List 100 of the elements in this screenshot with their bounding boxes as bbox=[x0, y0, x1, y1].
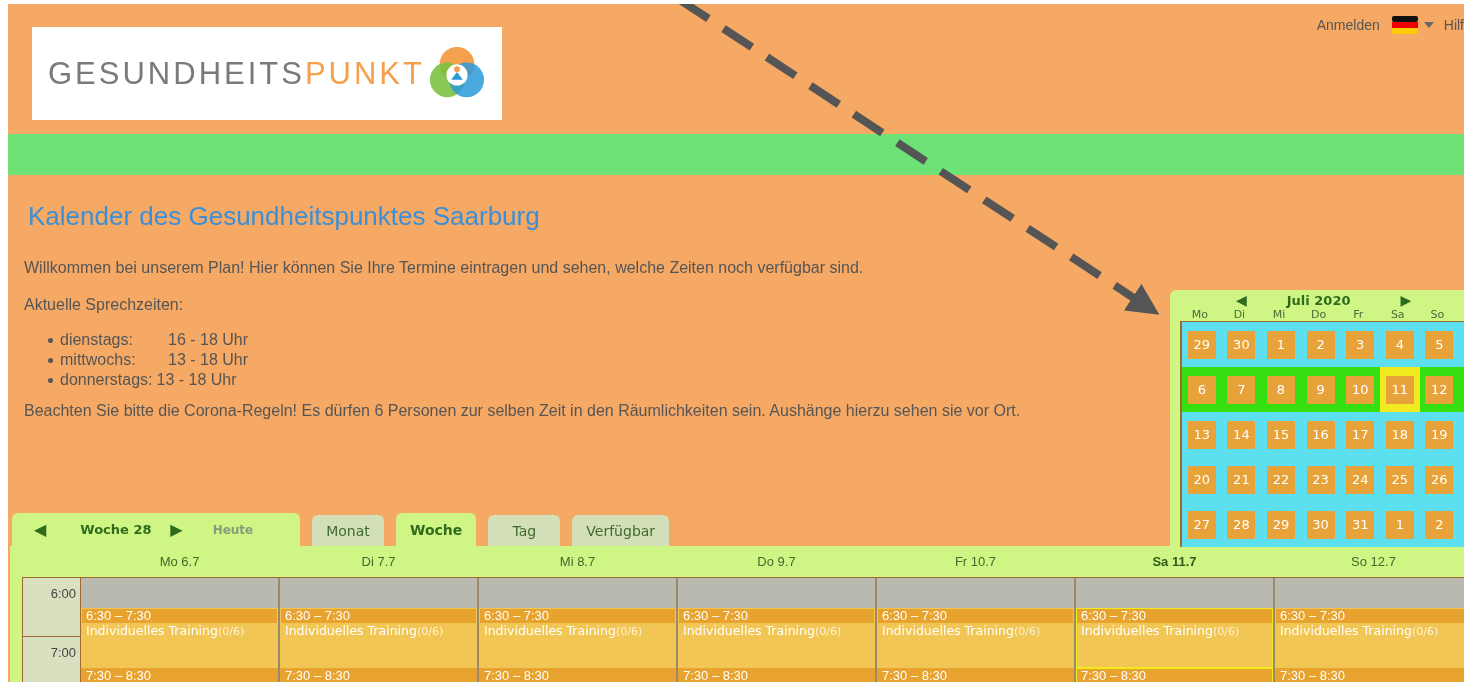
previous-month-button[interactable]: ◀ bbox=[1236, 292, 1247, 308]
event-block[interactable]: 6:30 – 7:30 Individuelles Training(0/6) bbox=[280, 608, 477, 668]
day-button[interactable]: 16 bbox=[1306, 420, 1335, 449]
event-time: 6:30 – 7:30 bbox=[878, 609, 1073, 623]
day-button[interactable]: 1 bbox=[1385, 510, 1414, 539]
day-button[interactable]: 5 bbox=[1425, 330, 1454, 359]
event-block[interactable]: 7:30 – 8:30 bbox=[280, 668, 477, 682]
event-count: (0/6) bbox=[1411, 625, 1439, 638]
day-button[interactable]: 20 bbox=[1187, 465, 1216, 494]
day-button[interactable]: 2 bbox=[1425, 510, 1454, 539]
previous-week-button[interactable]: ◀ bbox=[34, 520, 47, 539]
day-button[interactable]: 26 bbox=[1425, 465, 1454, 494]
day-button[interactable]: 30 bbox=[1227, 330, 1256, 359]
page-title: Kalender des Gesundheitspunktes Saarburg bbox=[28, 201, 541, 232]
day-header: Sa 11.7 bbox=[1151, 554, 1198, 569]
event-block[interactable]: 7:30 – 8:30 bbox=[479, 668, 676, 682]
day-header: Mi 8.7 bbox=[558, 554, 597, 569]
event-block[interactable]: 7:30 – 8:30 bbox=[81, 668, 278, 682]
event-title: Individuelles Training bbox=[1279, 624, 1412, 638]
event-title: Individuelles Training bbox=[85, 624, 218, 638]
hours-time: 16 - 18 Uhr bbox=[168, 330, 249, 350]
event-title: Individuelles Training bbox=[881, 624, 1014, 638]
flag-icon[interactable] bbox=[1391, 16, 1418, 34]
today-button[interactable]: Heute bbox=[212, 522, 254, 537]
next-week-button[interactable]: ▶ bbox=[170, 520, 183, 539]
day-button[interactable]: 13 bbox=[1187, 420, 1216, 449]
day-button[interactable]: 14 bbox=[1227, 420, 1256, 449]
day-button[interactable]: 30 bbox=[1306, 510, 1335, 539]
view-tab[interactable]: Verfügbar bbox=[572, 515, 670, 546]
weekday-label: Mi bbox=[1271, 308, 1287, 321]
day-button[interactable]: 22 bbox=[1267, 465, 1295, 494]
view-tab[interactable]: Monat bbox=[312, 515, 384, 546]
day-header: Di 7.7 bbox=[360, 554, 397, 569]
bullet bbox=[48, 337, 53, 343]
day-button[interactable]: 15 bbox=[1267, 420, 1295, 449]
event-block[interactable]: 6:30 – 7:30 Individuelles Training(0/6) bbox=[1275, 608, 1464, 668]
logo-wordmark: GESUNDHEITSPUNKT bbox=[48, 54, 425, 93]
day-button[interactable]: 1 bbox=[1267, 330, 1295, 359]
event-block[interactable]: 7:30 – 8:30 bbox=[678, 668, 875, 682]
day-button[interactable]: 2 bbox=[1306, 330, 1335, 359]
day-button[interactable]: 4 bbox=[1385, 330, 1414, 359]
event-time: 6:30 – 7:30 bbox=[82, 609, 277, 623]
intro-text: Willkommen bei unserem Plan! Hier können Sie Ihre Termine eintragen und sehen, welche Zeiten noch verfügbar sind. bbox=[24, 259, 865, 277]
login-link[interactable]: Anmelden bbox=[1316, 17, 1380, 33]
event-title: Individuelles Training bbox=[284, 624, 417, 638]
day-button[interactable]: 17 bbox=[1346, 420, 1375, 449]
event-block[interactable]: 6:30 – 7:30 Individuelles Training(0/6) bbox=[877, 608, 1074, 668]
event-title: Individuelles Training bbox=[483, 624, 616, 638]
event-block[interactable]: 6:30 – 7:30 Individuelles Training(0/6) bbox=[1076, 608, 1273, 668]
day-button[interactable]: 27 bbox=[1187, 510, 1216, 539]
hours-day: mittwochs: bbox=[60, 350, 168, 370]
event-count: (0/6) bbox=[1212, 625, 1240, 638]
event-time: 6:30 – 7:30 bbox=[480, 609, 675, 623]
day-button[interactable]: 18 bbox=[1385, 420, 1414, 449]
view-tab[interactable]: Tag bbox=[488, 515, 561, 546]
day-button[interactable]: 19 bbox=[1425, 420, 1454, 449]
caret-icon[interactable] bbox=[1423, 22, 1434, 28]
event-count: (0/6) bbox=[814, 625, 842, 638]
time-slot: 7:00 bbox=[23, 637, 80, 682]
day-button[interactable]: 24 bbox=[1346, 465, 1375, 494]
event-block[interactable]: 6:30 – 7:30 Individuelles Training(0/6) bbox=[479, 608, 676, 668]
day-button[interactable]: 11 bbox=[1385, 375, 1414, 404]
day-button[interactable]: 9 bbox=[1306, 375, 1335, 404]
day-button[interactable]: 28 bbox=[1227, 510, 1256, 539]
day-header: So 12.7 bbox=[1350, 554, 1397, 569]
day-button[interactable]: 3 bbox=[1346, 330, 1375, 359]
month-label: Juli 2020 bbox=[1286, 292, 1351, 308]
day-button[interactable]: 29 bbox=[1267, 510, 1295, 539]
day-button[interactable]: 21 bbox=[1227, 465, 1256, 494]
day-button[interactable]: 8 bbox=[1267, 375, 1295, 404]
hours-day: dienstags: bbox=[60, 330, 168, 350]
day-button[interactable]: 7 bbox=[1227, 375, 1256, 404]
weekday-label: Mo bbox=[1190, 308, 1209, 321]
event-time: 6:30 – 7:30 bbox=[1077, 609, 1272, 623]
event-block[interactable]: 7:30 – 8:30 bbox=[1076, 668, 1273, 682]
event-block[interactable]: 6:30 – 7:30 Individuelles Training(0/6) bbox=[81, 608, 278, 668]
day-header: Fr 10.7 bbox=[953, 554, 998, 569]
event-block[interactable]: 7:30 – 8:30 bbox=[877, 668, 1074, 682]
day-button[interactable]: 10 bbox=[1346, 375, 1375, 404]
day-button[interactable]: 12 bbox=[1425, 375, 1454, 404]
day-header: Mo 6.7 bbox=[158, 554, 201, 569]
event-title: Individuelles Training bbox=[1080, 624, 1213, 638]
day-header: Do 9.7 bbox=[756, 554, 797, 569]
notice-text: Beachten Sie bitte die Corona-Regeln! Es dürfen 6 Personen zur selben Zeit in den Räumlichkeiten sein. Aushänge hierzu sehen sie vor Ort. bbox=[24, 402, 1022, 420]
bullet bbox=[48, 357, 53, 363]
day-button[interactable]: 25 bbox=[1385, 465, 1414, 494]
help-link[interactable]: Hilf bbox=[1443, 17, 1464, 33]
day-button[interactable]: 31 bbox=[1346, 510, 1375, 539]
day-button[interactable]: 29 bbox=[1187, 330, 1216, 359]
event-block[interactable]: 6:30 – 7:30 Individuelles Training(0/6) bbox=[678, 608, 875, 668]
week-label: Woche 28 bbox=[80, 522, 153, 537]
hours-time: 13 - 18 Uhr bbox=[156, 370, 237, 390]
next-month-button[interactable]: ▶ bbox=[1400, 292, 1412, 308]
event-count: (0/6) bbox=[416, 625, 444, 638]
event-block[interactable]: 7:30 – 8:30 bbox=[1275, 668, 1464, 682]
view-tab[interactable]: Woche bbox=[396, 513, 477, 546]
day-button[interactable]: 6 bbox=[1187, 375, 1216, 404]
day-button[interactable]: 23 bbox=[1306, 465, 1335, 494]
event-count: (0/6) bbox=[615, 625, 643, 638]
weekday-label: Do bbox=[1309, 308, 1328, 321]
